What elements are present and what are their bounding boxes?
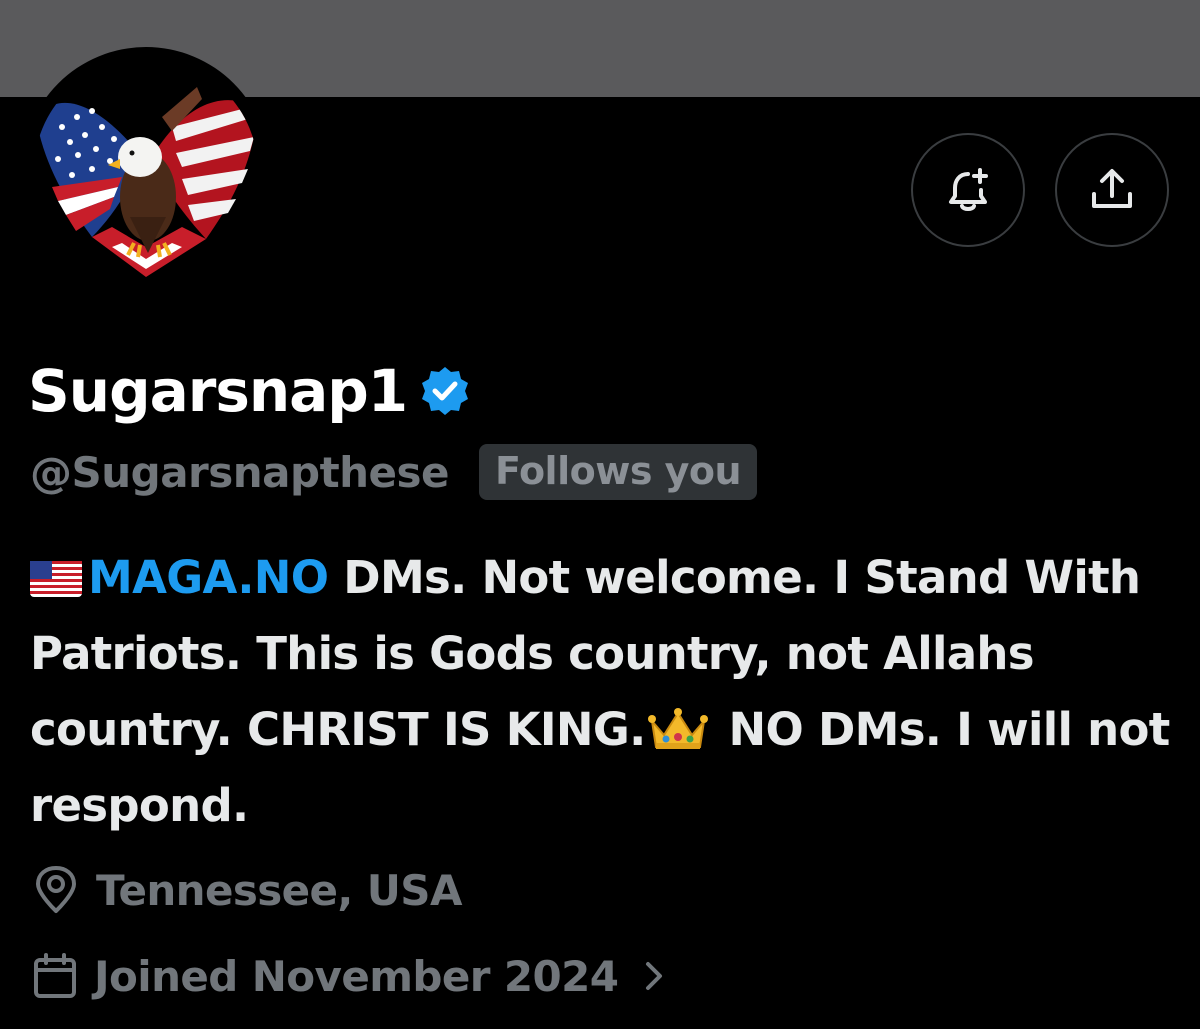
profile-location: Tennessee, USA bbox=[30, 860, 462, 920]
bell-plus-icon bbox=[949, 168, 988, 211]
handle-row: @Sugarsnapthese Follows you bbox=[30, 440, 758, 504]
avatar-image bbox=[34, 59, 258, 283]
bio-link-maga[interactable]: MAGA.NO bbox=[88, 551, 329, 604]
verified-badge-icon bbox=[422, 367, 469, 415]
username-handle: @Sugarsnapthese bbox=[30, 447, 450, 497]
share-button[interactable] bbox=[1055, 133, 1169, 247]
display-name-row: Sugarsnap1 bbox=[28, 346, 471, 436]
location-pin-icon bbox=[36, 866, 76, 913]
profile-joined-date[interactable]: Joined November 2024 bbox=[30, 946, 666, 1006]
chevron-right-icon bbox=[640, 956, 666, 996]
display-name: Sugarsnap1 bbox=[28, 357, 408, 425]
calendar-icon bbox=[34, 953, 76, 998]
profile-avatar[interactable] bbox=[22, 47, 270, 295]
notify-button[interactable] bbox=[911, 133, 1025, 247]
share-icon bbox=[1092, 169, 1132, 208]
joined-text: Joined November 2024 bbox=[94, 951, 619, 1001]
profile-bio: MAGA.NO DMs. Not welcome. I Stand With P… bbox=[30, 540, 1180, 844]
crown-icon bbox=[647, 708, 708, 749]
location-text: Tennessee, USA bbox=[96, 865, 462, 915]
follows-you-badge: Follows you bbox=[479, 444, 758, 500]
us-flag-icon bbox=[30, 561, 82, 597]
